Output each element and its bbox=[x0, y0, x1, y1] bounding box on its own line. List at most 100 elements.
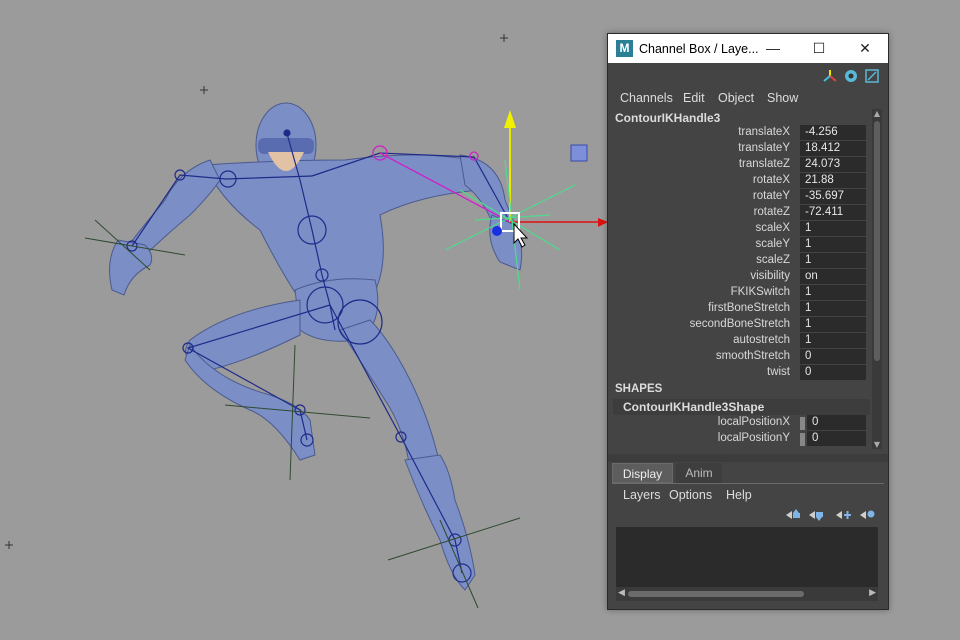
attribute-editor-icon[interactable] bbox=[865, 69, 879, 83]
channel-row[interactable]: localPositionX 0 bbox=[613, 415, 870, 431]
channel-value[interactable]: 1 bbox=[800, 285, 866, 300]
channel-row[interactable]: secondBoneStretch 1 bbox=[613, 317, 870, 333]
maya-logo-icon: M bbox=[616, 40, 633, 57]
channel-row[interactable]: scaleZ 1 bbox=[613, 253, 870, 269]
channel-value[interactable]: -35.697 bbox=[800, 189, 866, 204]
menu-options[interactable]: Options bbox=[669, 488, 712, 502]
channel-row[interactable]: rotateY -35.697 bbox=[613, 189, 870, 205]
menu-layers[interactable]: Layers bbox=[623, 488, 661, 502]
scroll-down-icon[interactable]: ▼ bbox=[872, 440, 882, 449]
menu-object[interactable]: Object bbox=[718, 91, 754, 105]
channel-label[interactable]: translateY bbox=[738, 142, 790, 154]
layer-list[interactable] bbox=[616, 527, 878, 587]
shape-node-name[interactable]: ContourIKHandle3Shape bbox=[623, 400, 764, 414]
channel-row[interactable]: translateY 18.412 bbox=[613, 141, 870, 157]
channel-row[interactable]: scaleY 1 bbox=[613, 237, 870, 253]
channel-list[interactable]: ContourIKHandle3 translateX -4.256 transl… bbox=[613, 109, 870, 449]
move-layer-up-icon[interactable] bbox=[784, 508, 802, 522]
channel-label[interactable]: scaleZ bbox=[756, 254, 790, 266]
close-button[interactable]: ✕ bbox=[842, 34, 888, 63]
tab-display[interactable]: Display bbox=[612, 463, 673, 483]
channel-box-icon[interactable] bbox=[844, 69, 858, 83]
channel-label[interactable]: scaleY bbox=[755, 238, 790, 250]
shapes-section-label: SHAPES bbox=[615, 383, 663, 395]
channel-value[interactable]: 18.412 bbox=[800, 141, 866, 156]
layer-menubar: Layers Options Help bbox=[608, 485, 888, 505]
character-body bbox=[109, 102, 523, 591]
scrollbar-thumb[interactable] bbox=[874, 121, 880, 361]
new-layer-from-selected-icon[interactable] bbox=[858, 508, 876, 522]
scrollbar-thumb[interactable] bbox=[628, 591, 804, 597]
channel-row[interactable]: scaleX 1 bbox=[613, 221, 870, 237]
channel-value[interactable]: 0 bbox=[807, 415, 866, 430]
scroll-up-icon[interactable]: ▲ bbox=[872, 109, 882, 118]
channel-list-scrollbar[interactable]: ▲ ▼ bbox=[872, 109, 882, 449]
keyed-marker bbox=[800, 417, 805, 430]
channel-row[interactable]: autostretch 1 bbox=[613, 333, 870, 349]
shape-node-header[interactable]: ContourIKHandle3Shape bbox=[613, 399, 870, 415]
tab-anim[interactable]: Anim bbox=[676, 463, 722, 483]
channel-row[interactable]: translateX -4.256 bbox=[613, 125, 870, 141]
channel-row[interactable]: rotateX 21.88 bbox=[613, 173, 870, 189]
channel-label[interactable]: autostretch bbox=[733, 334, 790, 346]
menu-show[interactable]: Show bbox=[767, 91, 798, 105]
channel-label[interactable]: localPositionY bbox=[718, 432, 790, 444]
layer-buttons bbox=[608, 505, 888, 525]
channel-label[interactable]: twist bbox=[767, 366, 790, 378]
channel-row[interactable]: FKIKSwitch 1 bbox=[613, 285, 870, 301]
channel-label[interactable]: rotateY bbox=[753, 190, 790, 202]
channel-value[interactable]: 0 bbox=[800, 365, 866, 380]
keyed-marker bbox=[800, 433, 805, 446]
channel-value[interactable]: 21.88 bbox=[800, 173, 866, 188]
channel-row[interactable]: firstBoneStretch 1 bbox=[613, 301, 870, 317]
channel-value[interactable]: 1 bbox=[800, 301, 866, 316]
move-layer-down-icon[interactable] bbox=[807, 508, 825, 522]
menu-help[interactable]: Help bbox=[726, 488, 752, 502]
maximize-button[interactable]: ☐ bbox=[796, 34, 842, 63]
menu-channels[interactable]: Channels bbox=[620, 91, 673, 105]
minimize-button[interactable]: — bbox=[750, 34, 796, 63]
scroll-left-icon[interactable]: ◀ bbox=[618, 588, 625, 598]
channel-value[interactable]: 1 bbox=[800, 221, 866, 236]
channel-value[interactable]: 24.073 bbox=[800, 157, 866, 172]
window-titlebar[interactable]: M Channel Box / Laye... — ☐ ✕ bbox=[608, 34, 888, 63]
channel-value[interactable]: -72.411 bbox=[800, 205, 866, 220]
channel-row[interactable]: twist 0 bbox=[613, 365, 870, 381]
channel-box-window[interactable]: M Channel Box / Laye... — ☐ ✕ Channels E… bbox=[607, 33, 889, 610]
channel-value[interactable]: 1 bbox=[800, 333, 866, 348]
channel-box-toolbar bbox=[608, 63, 888, 87]
channel-label[interactable]: rotateZ bbox=[754, 206, 790, 218]
manipulator-icon[interactable] bbox=[823, 69, 837, 83]
channel-value[interactable]: 0 bbox=[800, 349, 866, 364]
channel-value[interactable]: -4.256 bbox=[800, 125, 866, 140]
character-mask bbox=[258, 138, 314, 154]
channel-row[interactable]: translateZ 24.073 bbox=[613, 157, 870, 173]
channel-value[interactable]: on bbox=[800, 269, 866, 284]
channel-label[interactable]: firstBoneStretch bbox=[708, 302, 790, 314]
menu-edit[interactable]: Edit bbox=[683, 91, 705, 105]
channel-value[interactable]: 0 bbox=[807, 431, 866, 446]
channel-label[interactable]: smoothStretch bbox=[716, 350, 790, 362]
window-title: Channel Box / Laye... bbox=[639, 42, 759, 56]
channel-row[interactable]: visibility on bbox=[613, 269, 870, 285]
channel-value[interactable]: 1 bbox=[800, 317, 866, 332]
channel-label[interactable]: scaleX bbox=[755, 222, 790, 234]
channel-label[interactable]: rotateX bbox=[753, 174, 790, 186]
layer-list-scrollbar[interactable]: ◀ ▶ bbox=[616, 587, 878, 601]
channel-label[interactable]: FKIKSwitch bbox=[731, 286, 790, 298]
channel-box-menubar: Channels Edit Object Show bbox=[608, 87, 888, 109]
channel-row[interactable]: localPositionY 0 bbox=[613, 431, 870, 447]
channel-row[interactable]: rotateZ -72.411 bbox=[613, 205, 870, 221]
channel-value[interactable]: 1 bbox=[800, 253, 866, 268]
channel-label[interactable]: visibility bbox=[750, 270, 790, 282]
channel-row[interactable]: smoothStretch 0 bbox=[613, 349, 870, 365]
panel-splitter[interactable] bbox=[608, 454, 888, 462]
new-layer-icon[interactable] bbox=[834, 508, 852, 522]
channel-label[interactable]: localPositionX bbox=[718, 416, 790, 428]
channel-label[interactable]: translateZ bbox=[739, 158, 790, 170]
node-name[interactable]: ContourIKHandle3 bbox=[615, 111, 720, 125]
channel-value[interactable]: 1 bbox=[800, 237, 866, 252]
channel-label[interactable]: secondBoneStretch bbox=[690, 318, 790, 330]
channel-label[interactable]: translateX bbox=[738, 126, 790, 138]
scroll-right-icon[interactable]: ▶ bbox=[869, 588, 876, 598]
